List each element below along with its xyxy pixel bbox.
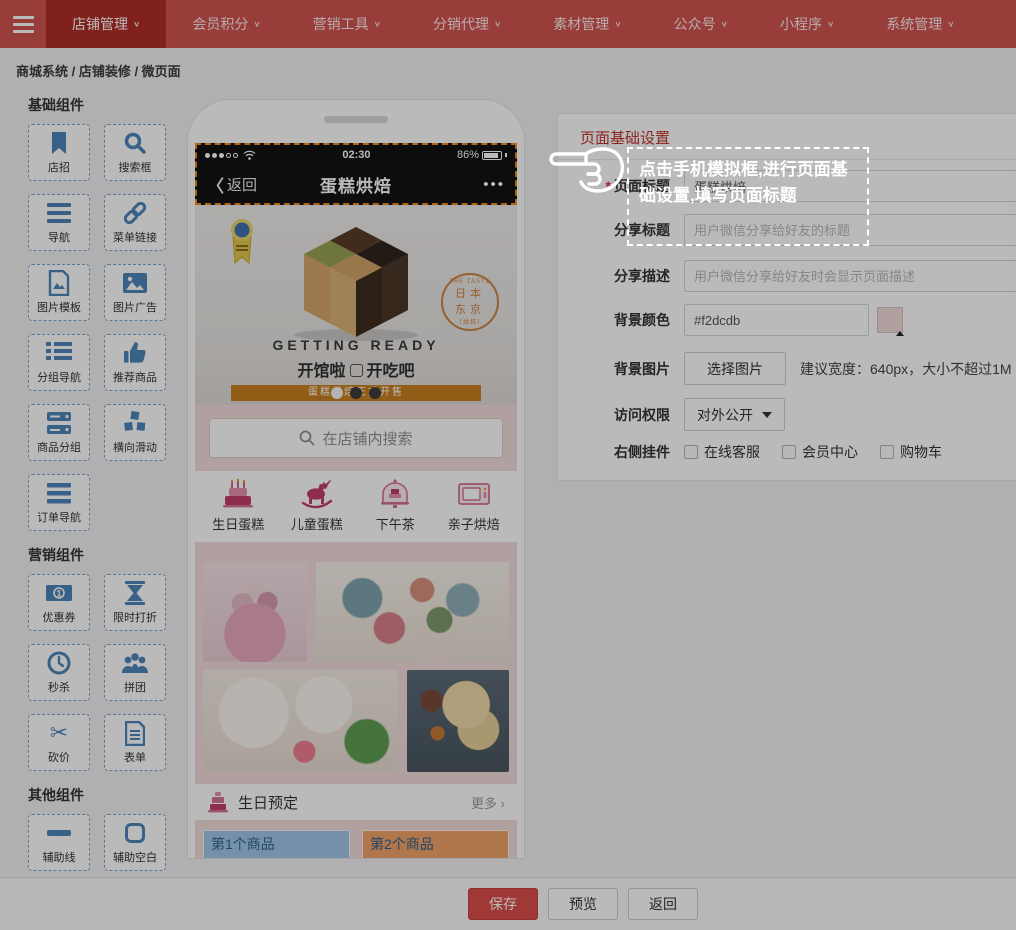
guide-tooltip: 点击手机模拟框,进行页面基础设置,填写页面标题 [627, 147, 869, 246]
guide-overlay [0, 0, 1016, 930]
pointing-hand-icon [546, 140, 628, 202]
page: 店铺管理∨ 会员积分∨ 营销工具∨ 分销代理∨ 素材管理∨ 公众号∨ 小程序∨ … [0, 0, 1016, 930]
